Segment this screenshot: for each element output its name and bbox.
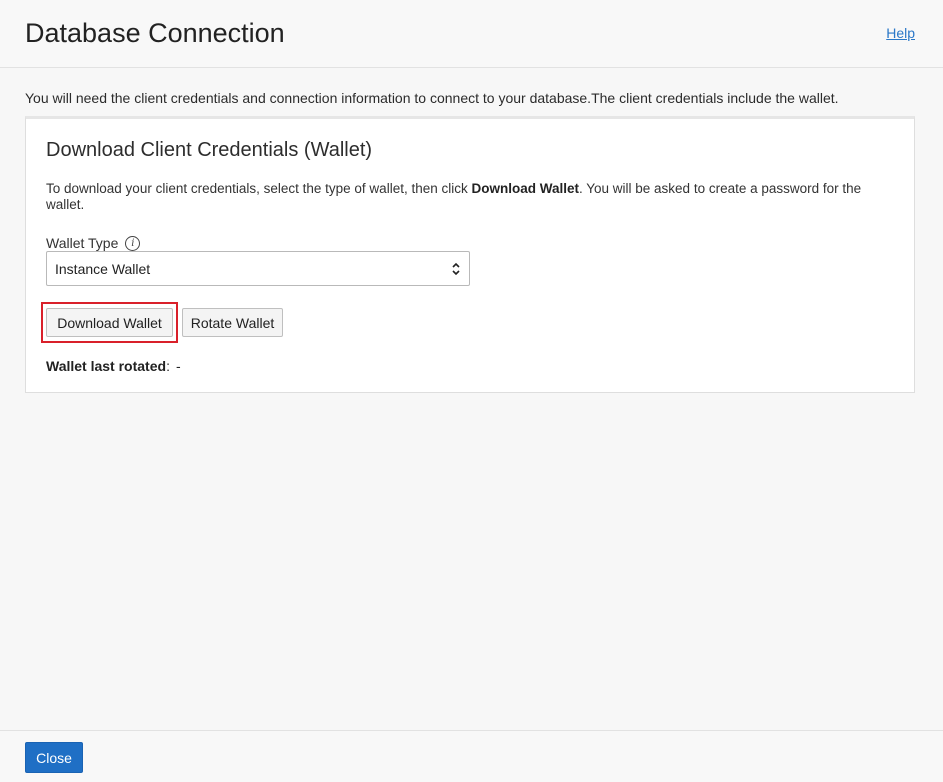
wallet-panel: Download Client Credentials (Wallet) To …: [25, 116, 915, 393]
close-button[interactable]: Close: [25, 742, 83, 773]
wallet-type-select[interactable]: Instance Wallet: [46, 251, 470, 286]
intro-text: You will need the client credentials and…: [25, 90, 839, 106]
wallet-last-rotated-value: -: [175, 358, 181, 374]
wallet-last-rotated-colon: :: [166, 358, 170, 374]
download-wallet-button[interactable]: Download Wallet: [46, 308, 173, 337]
desc-text-before: To download your client credentials, sel…: [46, 181, 472, 196]
database-connection-dialog: Database Connection Help You will need t…: [0, 0, 943, 782]
wallet-last-rotated: Wallet last rotated: -: [46, 358, 181, 374]
desc-text-bold: Download Wallet: [471, 181, 579, 196]
dialog-footer: Close: [0, 730, 943, 782]
panel-description: To download your client credentials, sel…: [46, 181, 896, 213]
dialog-header: Database Connection Help: [0, 0, 943, 68]
rotate-wallet-button[interactable]: Rotate Wallet: [182, 308, 283, 337]
wallet-type-label: Wallet Type i: [46, 235, 141, 251]
panel-title: Download Client Credentials (Wallet): [46, 139, 373, 161]
help-link[interactable]: Help: [886, 25, 915, 41]
wallet-type-value: Instance Wallet: [55, 260, 151, 277]
info-icon[interactable]: i: [125, 235, 141, 251]
wallet-type-label-text: Wallet Type: [46, 235, 119, 251]
dialog-title: Database Connection: [25, 18, 285, 48]
select-chevrons-icon: [452, 262, 460, 276]
wallet-last-rotated-label: Wallet last rotated: [46, 358, 167, 374]
